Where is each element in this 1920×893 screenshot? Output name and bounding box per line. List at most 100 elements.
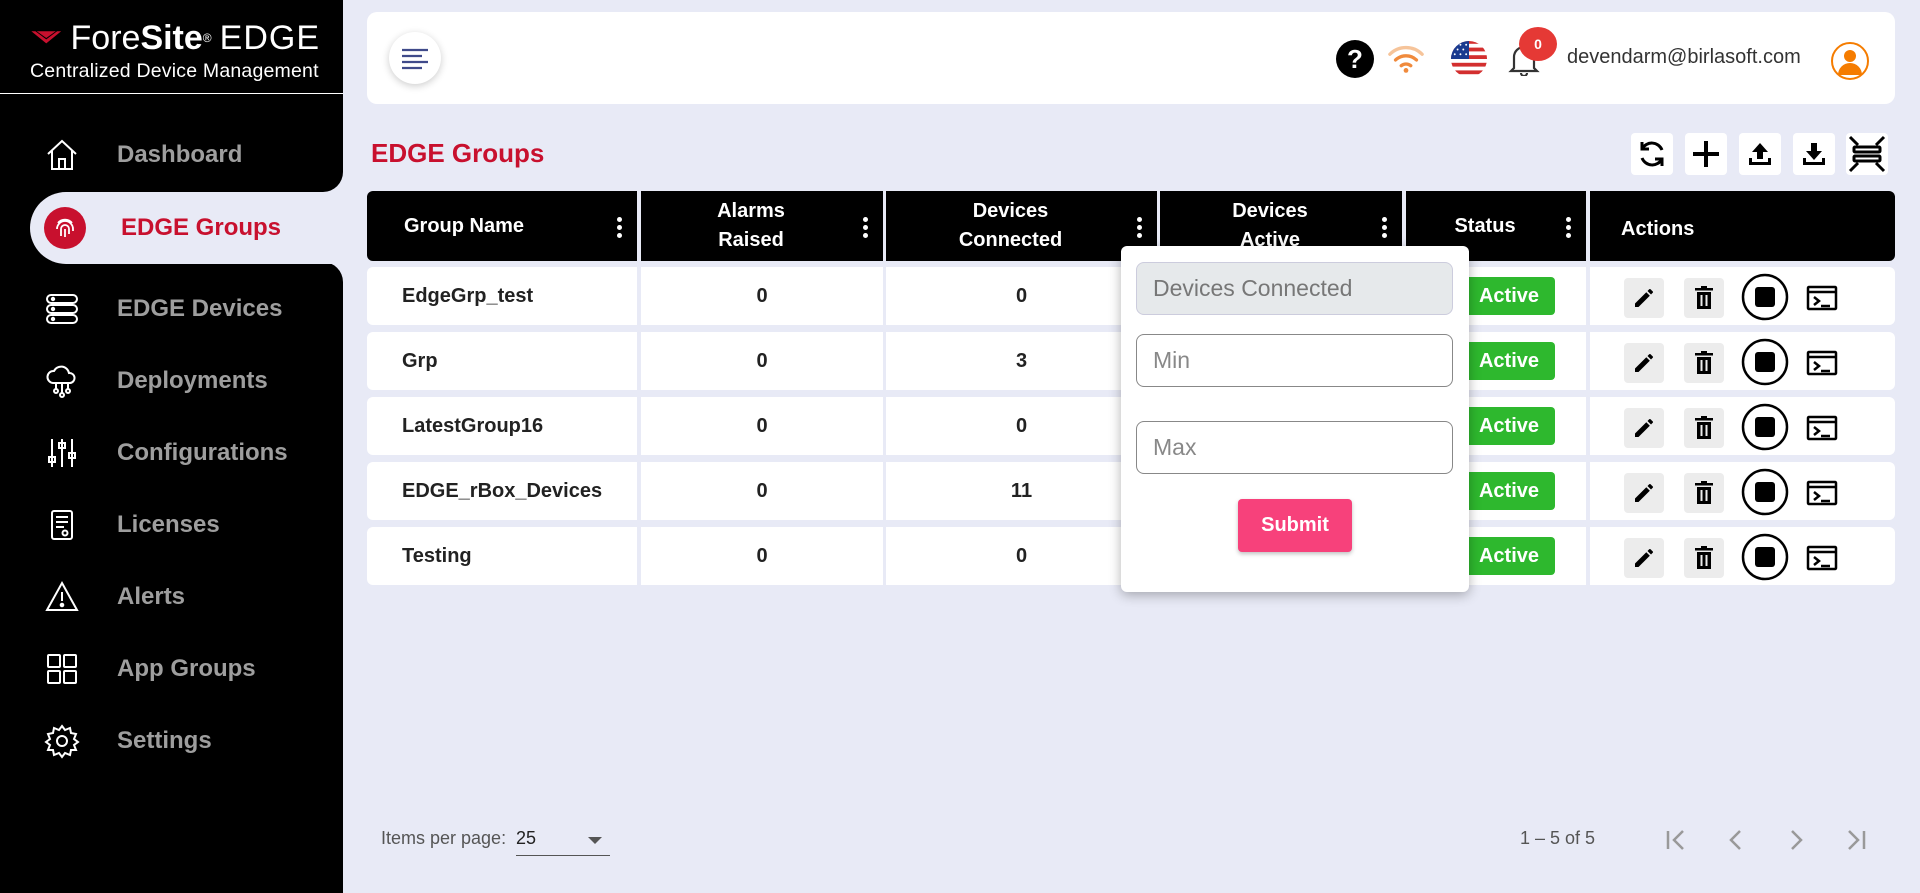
server-icon xyxy=(42,289,82,329)
items-per-page-select[interactable]: 25 xyxy=(516,822,610,856)
sidebar-item-label: EDGE Devices xyxy=(117,295,283,322)
license-icon xyxy=(42,505,82,545)
delete-button[interactable] xyxy=(1684,343,1724,383)
sidebar-item-app-groups[interactable]: App Groups xyxy=(30,633,343,705)
sidebar-item-dashboard[interactable]: Dashboard xyxy=(30,119,343,191)
column-header-alarms-raised[interactable]: Alarms Raised xyxy=(641,191,883,261)
terminal-button[interactable] xyxy=(1802,538,1842,578)
avatar[interactable] xyxy=(1831,42,1869,80)
sidebar-item-settings[interactable]: Settings xyxy=(30,705,343,777)
edit-icon xyxy=(1635,549,1653,567)
cell-group-name: EDGE_rBox_Devices xyxy=(367,462,637,520)
fingerprint-icon xyxy=(44,207,86,249)
download-icon xyxy=(1803,143,1825,165)
edit-button[interactable] xyxy=(1624,343,1664,383)
sidebar: Fore Site ® EDGE Centralized Device Managem… xyxy=(0,0,343,893)
sidebar-item-alerts[interactable]: Alerts xyxy=(30,561,343,633)
column-header-group-name[interactable]: Group Name xyxy=(367,191,637,261)
filter-max-input[interactable] xyxy=(1136,421,1453,474)
filter-min-input[interactable] xyxy=(1136,334,1453,387)
stop-icon xyxy=(1741,338,1789,386)
last-page-button[interactable] xyxy=(1836,820,1876,860)
terminal-icon xyxy=(1806,285,1838,311)
cloud-network-icon xyxy=(42,361,82,401)
warning-icon xyxy=(42,577,82,617)
column-header-line: Devices xyxy=(972,200,1049,222)
delete-button[interactable] xyxy=(1684,278,1724,318)
trash-icon xyxy=(1695,546,1713,569)
collapse-rows-button[interactable] xyxy=(1846,133,1888,175)
page-range-label: 1 – 5 of 5 xyxy=(1520,828,1596,848)
delete-button[interactable] xyxy=(1684,538,1724,578)
brand-logo: Fore Site ® EDGE Centralized Device Managem… xyxy=(30,20,320,83)
filter-submit-button[interactable]: Submit xyxy=(1238,499,1352,552)
us-flag-icon[interactable] xyxy=(1450,40,1488,78)
edit-button[interactable] xyxy=(1624,278,1664,318)
sidebar-item-edge-devices[interactable]: EDGE Devices xyxy=(30,273,343,345)
cell-group-name: LatestGroup16 xyxy=(367,397,637,455)
upload-button[interactable] xyxy=(1739,133,1781,175)
column-menu-icon[interactable] xyxy=(1382,217,1388,239)
next-page-button[interactable] xyxy=(1776,820,1816,860)
status-badge: Active xyxy=(1463,407,1555,445)
cell-group-name: Testing xyxy=(367,527,637,585)
menu-toggle-button[interactable] xyxy=(389,32,441,84)
edit-icon xyxy=(1635,289,1653,307)
grid-icon xyxy=(42,649,82,689)
cell-alarms-raised: 0 xyxy=(641,397,883,455)
column-header-devices-connected[interactable]: Devices Connected xyxy=(886,191,1157,261)
add-button[interactable] xyxy=(1685,133,1727,175)
sidebar-item-licenses[interactable]: Licenses xyxy=(30,489,343,561)
column-menu-icon[interactable] xyxy=(617,217,623,239)
edit-icon xyxy=(1635,419,1653,437)
refresh-button[interactable] xyxy=(1631,133,1673,175)
previous-page-button[interactable] xyxy=(1716,820,1756,860)
brand-name-part2: Site xyxy=(140,19,203,57)
delete-button[interactable] xyxy=(1684,408,1724,448)
terminal-button[interactable] xyxy=(1802,408,1842,448)
terminal-button[interactable] xyxy=(1802,343,1842,383)
sidebar-divider xyxy=(0,93,343,94)
terminal-button[interactable] xyxy=(1802,278,1842,318)
stop-button[interactable] xyxy=(1741,403,1789,451)
sidebar-item-edge-groups[interactable]: EDGE Groups xyxy=(30,192,343,264)
wifi-icon xyxy=(1387,40,1425,78)
sidebar-item-configurations[interactable]: Configurations xyxy=(30,417,343,489)
first-page-button[interactable] xyxy=(1656,820,1696,860)
delete-button[interactable] xyxy=(1684,473,1724,513)
items-per-page-value: 25 xyxy=(516,828,537,848)
terminal-button[interactable] xyxy=(1802,473,1842,513)
cell-devices-connected: 0 xyxy=(886,397,1157,455)
chevron-left-icon xyxy=(1729,830,1741,850)
stop-button[interactable] xyxy=(1741,468,1789,516)
column-menu-icon[interactable] xyxy=(1137,217,1143,239)
help-icon[interactable]: ? xyxy=(1336,40,1374,78)
edit-button[interactable] xyxy=(1624,408,1664,448)
group-name-text: LatestGroup16 xyxy=(402,414,544,437)
column-header-line: Connected xyxy=(958,229,1063,251)
user-email: devendarm@birlasoft.com xyxy=(1567,46,1801,68)
stop-button[interactable] xyxy=(1741,273,1789,321)
stop-button[interactable] xyxy=(1741,338,1789,386)
column-header-line: Devices xyxy=(1232,200,1308,222)
column-menu-icon[interactable] xyxy=(863,217,869,239)
sidebar-item-label: EDGE Groups xyxy=(121,214,282,241)
edit-button[interactable] xyxy=(1624,473,1664,513)
stop-icon xyxy=(1741,273,1789,321)
download-button[interactable] xyxy=(1793,133,1835,175)
trash-icon xyxy=(1695,416,1713,439)
group-name-text: Grp xyxy=(402,349,438,372)
cell-alarms-raised: 0 xyxy=(641,332,883,390)
trash-icon xyxy=(1695,286,1713,309)
sidebar-item-label: Alerts xyxy=(117,583,186,610)
trash-icon xyxy=(1695,481,1713,504)
sidebar-item-deployments[interactable]: Deployments xyxy=(30,345,343,417)
column-header-label: Group Name xyxy=(404,214,525,237)
brand-registered: ® xyxy=(202,31,212,45)
devices-connected-value: 11 xyxy=(1010,479,1033,502)
column-menu-icon[interactable] xyxy=(1566,217,1572,239)
alarms-raised-value: 0 xyxy=(756,414,768,437)
column-header-label: Devices Connected xyxy=(959,197,1062,255)
stop-button[interactable] xyxy=(1741,533,1789,581)
edit-button[interactable] xyxy=(1624,538,1664,578)
